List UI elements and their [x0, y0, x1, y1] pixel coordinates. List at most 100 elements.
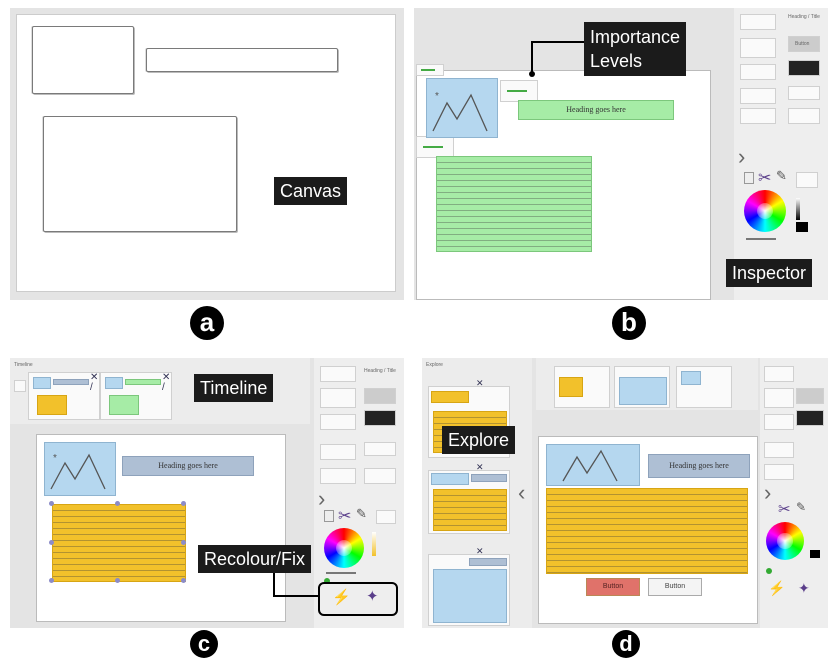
inspector-thumb[interactable] — [740, 108, 776, 124]
edit-icon[interactable]: / — [90, 382, 93, 393]
inspector-thumb[interactable] — [796, 388, 824, 404]
color-swatch[interactable] — [796, 222, 808, 232]
inspector-thumb[interactable] — [320, 444, 356, 460]
inspector-thumb[interactable] — [740, 14, 776, 30]
sketch-heading-placeholder[interactable] — [146, 48, 338, 72]
inspector-thumb[interactable] — [376, 510, 396, 524]
inspector-thumb[interactable] — [764, 414, 794, 430]
color-wheel-icon[interactable] — [766, 522, 804, 560]
inspector-thumb[interactable] — [364, 468, 396, 484]
explore-title: Explore — [426, 362, 443, 368]
close-icon[interactable]: ✕ — [476, 546, 484, 557]
text-block-element[interactable] — [436, 156, 592, 252]
color-wheel-icon[interactable] — [744, 190, 786, 232]
close-icon[interactable]: ✕ — [476, 378, 484, 389]
brightness-slider[interactable] — [372, 532, 376, 556]
wand-icon[interactable]: ⚡ — [332, 588, 351, 606]
heading-element[interactable]: Heading goes here — [648, 454, 750, 478]
primary-button[interactable]: Button — [586, 578, 640, 596]
color-wheel-icon[interactable] — [324, 528, 364, 568]
timeline-label: Timeline — [194, 374, 274, 402]
resize-handle[interactable] — [115, 501, 120, 506]
text-block-element[interactable] — [52, 504, 186, 582]
trash-icon[interactable] — [744, 172, 754, 184]
inspector-thumb[interactable] — [320, 414, 356, 430]
panel-a — [10, 8, 404, 300]
timeline-back[interactable] — [14, 380, 26, 392]
close-icon[interactable]: ✕ — [476, 462, 484, 473]
mountain-icon: * — [50, 453, 106, 490]
importance-tab[interactable] — [500, 80, 538, 102]
secondary-button[interactable]: Button — [648, 578, 702, 596]
inspector-thumb[interactable] — [320, 468, 356, 484]
scissors-icon[interactable]: ✂ — [338, 506, 351, 526]
inspector-thumb[interactable] — [788, 60, 820, 76]
timeline-strip — [536, 358, 758, 410]
importance-tab[interactable] — [416, 136, 454, 158]
chevron-right-icon[interactable]: › — [318, 488, 325, 510]
image-element[interactable]: * — [426, 78, 498, 138]
chevron-right-icon[interactable]: › — [764, 482, 771, 504]
timeline-version[interactable] — [614, 366, 670, 408]
eyedropper-icon[interactable]: ✎ — [356, 506, 367, 522]
resize-handle[interactable] — [181, 578, 186, 583]
trash-icon[interactable] — [324, 510, 334, 522]
opacity-slider[interactable] — [326, 572, 356, 574]
inspector-thumb[interactable] — [796, 410, 824, 426]
inspector-thumb[interactable] — [764, 388, 794, 408]
inspector-button-thumb[interactable] — [364, 388, 396, 404]
color-swatch[interactable] — [810, 550, 820, 558]
mountain-icon: * — [432, 91, 488, 132]
timeline-version[interactable] — [554, 366, 610, 408]
inspector-thumb[interactable] — [740, 38, 776, 58]
inspector-thumb[interactable] — [764, 464, 794, 480]
wrench-icon[interactable]: ✦ — [798, 580, 810, 597]
inspector-thumb[interactable] — [364, 410, 396, 426]
resize-handle[interactable] — [49, 540, 54, 545]
eyedropper-icon[interactable]: ✎ — [776, 168, 787, 184]
recolour-callout — [273, 572, 320, 597]
resize-handle[interactable] — [49, 501, 54, 506]
opacity-slider[interactable] — [746, 238, 776, 240]
inspector-thumb[interactable] — [740, 88, 776, 104]
eyedropper-icon[interactable]: ✎ — [796, 500, 806, 514]
heading-element[interactable]: Heading goes here — [122, 456, 254, 476]
sketch-text-placeholder[interactable] — [43, 116, 237, 232]
inspector-button-thumb[interactable]: Button — [788, 36, 820, 52]
inspector-thumb[interactable] — [788, 86, 820, 100]
panel-letter-c: c — [190, 630, 218, 658]
wrench-icon[interactable]: ✦ — [366, 587, 379, 605]
inspector-thumb[interactable] — [788, 108, 820, 124]
chevron-left-icon[interactable]: ‹ — [518, 482, 525, 504]
explore-option[interactable] — [428, 470, 510, 534]
importance-callout — [529, 41, 588, 77]
scissors-icon[interactable]: ✂ — [758, 168, 771, 188]
resize-handle[interactable] — [49, 578, 54, 583]
edit-icon[interactable]: / — [162, 382, 165, 393]
inspector-thumb[interactable] — [320, 366, 356, 382]
sketch-image-placeholder[interactable] — [32, 26, 134, 94]
inspector-thumb[interactable] — [764, 366, 794, 382]
status-dot — [766, 568, 772, 574]
inspector-thumb[interactable] — [796, 172, 818, 188]
importance-tab[interactable] — [416, 64, 444, 76]
resize-handle[interactable] — [181, 501, 186, 506]
brightness-slider[interactable] — [796, 198, 800, 220]
wand-icon[interactable]: ⚡ — [768, 580, 785, 597]
resize-handle[interactable] — [115, 578, 120, 583]
heading-element[interactable]: Heading goes here — [518, 100, 674, 120]
text-block-element[interactable] — [546, 488, 748, 574]
inspector-thumb[interactable] — [740, 64, 776, 80]
inspector-thumb[interactable] — [320, 388, 356, 408]
scissors-icon[interactable]: ✂ — [778, 500, 791, 518]
chevron-right-icon[interactable]: › — [738, 146, 745, 168]
image-element[interactable]: * — [44, 442, 116, 496]
image-element[interactable] — [546, 444, 640, 486]
timeline-version[interactable] — [676, 366, 732, 408]
resize-handle[interactable] — [181, 540, 186, 545]
inspector-thumb[interactable] — [364, 442, 396, 456]
svg-text:*: * — [435, 91, 439, 102]
explore-column: Explore ✕ ✕ ✕ — [422, 358, 532, 628]
explore-option[interactable] — [428, 554, 510, 626]
inspector-thumb[interactable] — [764, 442, 794, 458]
